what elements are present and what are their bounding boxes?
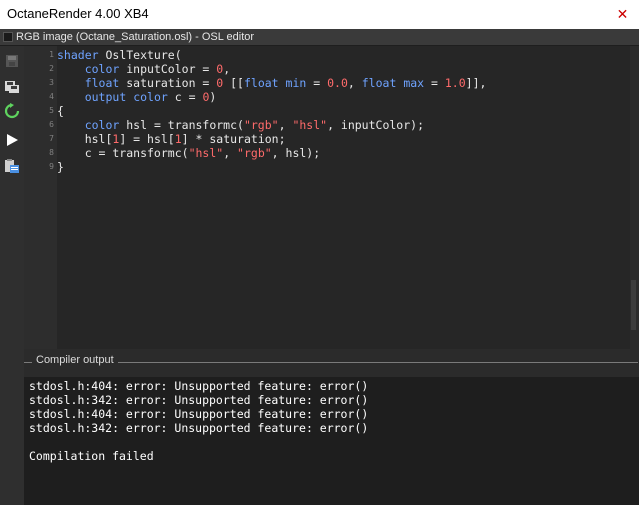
window-titlebar: OctaneRender 4.00 XB4 ✕: [0, 0, 639, 29]
output-line: stdosl.h:342: error: Unsupported feature…: [29, 421, 369, 435]
compile-play-icon[interactable]: [2, 130, 22, 150]
close-icon[interactable]: ✕: [606, 0, 639, 29]
editor-scrollbar-thumb[interactable]: [631, 280, 636, 330]
output-line: stdosl.h:342: error: Unsupported feature…: [29, 393, 369, 407]
code-line: hsl[1] = hsl[1] * saturation;: [57, 132, 286, 146]
save-as-icon[interactable]: [2, 76, 22, 96]
code-line: shader OslTexture(: [57, 48, 182, 62]
line-number: 3: [49, 78, 54, 87]
code-line: c = transformc("hsl", "rgb", hsl);: [57, 146, 321, 160]
code-line: color hsl = transformc("rgb", "hsl", inp…: [84, 118, 424, 132]
compiler-output[interactable]: stdosl.h:404: error: Unsupported feature…: [24, 377, 639, 505]
output-line: Compilation failed: [29, 449, 154, 463]
line-number: 6: [49, 120, 54, 129]
line-number: 2: [49, 64, 54, 73]
window-title: OctaneRender 4.00 XB4: [7, 6, 149, 21]
header-rule: [118, 362, 638, 363]
osl-editor-panel-header: RGB image (Octane_Saturation.osl) - OSL …: [0, 29, 639, 46]
code-editor[interactable]: 1 2 3 4 5 6 7 8 9 shader OslTexture( col…: [24, 46, 630, 349]
output-line: stdosl.h:404: error: Unsupported feature…: [29, 407, 369, 421]
editor-toolbar: [0, 46, 24, 505]
code-line: }: [57, 160, 64, 174]
compiler-output-label: Compiler output: [34, 354, 116, 366]
panel-square-icon: [3, 32, 13, 42]
line-number: 9: [49, 162, 54, 171]
header-rule: [24, 362, 32, 363]
line-number-gutter: 1 2 3 4 5 6 7 8 9: [24, 46, 57, 349]
save-icon[interactable]: [2, 51, 22, 71]
output-line: stdosl.h:404: error: Unsupported feature…: [29, 379, 369, 393]
code-line: float saturation = 0 [[float min = 0.0, …: [84, 76, 487, 90]
clipboard-icon[interactable]: [2, 156, 22, 176]
code-line: output color c = 0): [84, 90, 217, 104]
code-line: {: [57, 104, 64, 118]
panel-title: RGB image (Octane_Saturation.osl) - OSL …: [16, 31, 255, 43]
line-number: 5: [49, 106, 54, 115]
reload-icon[interactable]: [2, 101, 22, 121]
line-number: 7: [49, 134, 54, 143]
compiler-output-header: Compiler output: [24, 354, 639, 372]
line-number: 8: [49, 148, 54, 157]
line-number: 1: [49, 50, 54, 59]
line-number: 4: [49, 92, 54, 101]
code-line: color inputColor = 0,: [84, 62, 231, 76]
